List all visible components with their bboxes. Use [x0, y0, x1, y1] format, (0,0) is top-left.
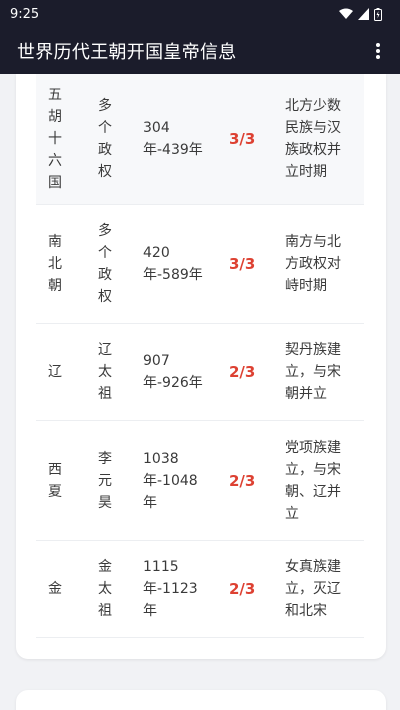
- table-row[interactable]: 金 金太祖 1115 年-1123 年 2/3 女真族建立，灭辽和北宋: [36, 541, 364, 638]
- table-row[interactable]: 五胡十六国 多个政权 304 年-439年 3/3 北方少数民族与汉族政权并立时…: [36, 74, 364, 205]
- app-bar: 世界历代王朝开国皇帝信息: [0, 28, 400, 74]
- dynasty-name: 南北朝: [48, 234, 62, 294]
- more-vert-icon: [376, 43, 380, 59]
- table-row[interactable]: 西夏 李元昊 1038 年-1048 年 2/3 党项族建立，与宋朝、辽并立: [36, 421, 364, 541]
- period: 420 年-589年: [143, 245, 203, 283]
- period: 304 年-439年: [143, 120, 203, 158]
- status-icons: [339, 7, 382, 21]
- status-time: 9:25: [10, 6, 40, 22]
- period: 907 年-926年: [143, 353, 203, 391]
- table-row[interactable]: 南北朝 多个政权 420 年-589年 3/3 南方与北方政权对峙时期: [36, 205, 364, 324]
- score: 3/3: [229, 255, 256, 273]
- app-title: 世界历代王朝开国皇帝信息: [17, 42, 237, 63]
- dynasty-table: 五胡十六国 多个政权 304 年-439年 3/3 北方少数民族与汉族政权并立时…: [36, 74, 364, 638]
- note: 契丹族建立，与宋朝并立: [285, 342, 341, 402]
- founder: 金太祖: [98, 559, 112, 619]
- founder: 多个政权: [98, 98, 112, 180]
- battery-icon: [374, 7, 382, 21]
- score: 2/3: [229, 363, 256, 381]
- founder: 多个政权: [98, 223, 112, 305]
- period: 1115 年-1123 年: [143, 559, 198, 619]
- note: 党项族建立，与宋朝、辽并立: [285, 439, 341, 522]
- dynasty-name: 西夏: [48, 461, 62, 500]
- next-card: [16, 690, 386, 710]
- note: 女真族建立，灭辽和北宋: [285, 559, 341, 619]
- score: 2/3: [229, 471, 256, 490]
- signal-icon: [358, 8, 369, 20]
- founder: 李元昊: [98, 450, 112, 511]
- dynasty-name: 金: [48, 581, 62, 597]
- table-row[interactable]: 辽 辽太祖 907 年-926年 2/3 契丹族建立，与宋朝并立: [36, 324, 364, 421]
- more-options-button[interactable]: [366, 39, 390, 63]
- note: 南方与北方政权对峙时期: [285, 234, 341, 294]
- founder: 辽太祖: [98, 342, 112, 402]
- dynasty-name: 辽: [48, 364, 62, 380]
- note: 北方少数民族与汉族政权并立时期: [285, 98, 341, 180]
- status-bar: 9:25: [0, 0, 400, 28]
- wifi-icon: [339, 8, 353, 19]
- score: 3/3: [229, 130, 256, 148]
- score: 2/3: [229, 580, 256, 598]
- period: 1038 年-1048 年: [143, 450, 198, 511]
- dynasty-name: 五胡十六国: [48, 87, 62, 191]
- dynasty-table-card: 五胡十六国 多个政权 304 年-439年 3/3 北方少数民族与汉族政权并立时…: [16, 74, 386, 659]
